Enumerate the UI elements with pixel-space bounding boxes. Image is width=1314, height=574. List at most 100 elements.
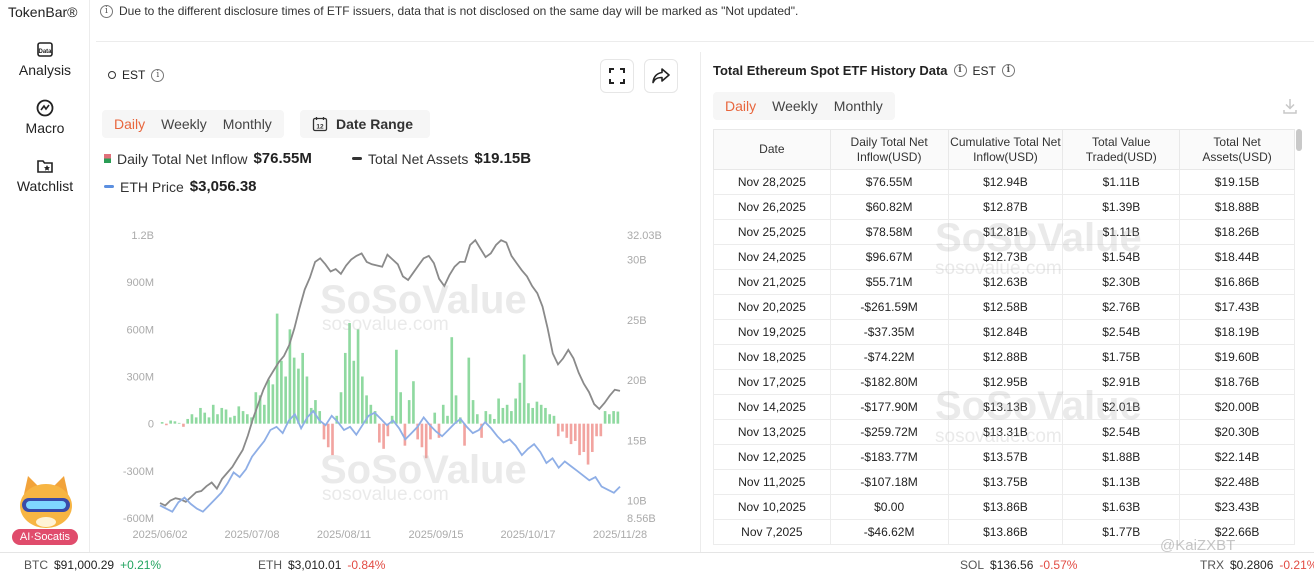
inflow-bar [169,420,172,424]
ai-socatis-label[interactable]: AI·Socatis [12,529,78,545]
table-row[interactable]: Nov 21,2025 $55.71M $12.63B $2.30B $16.86B [713,269,1295,295]
left-axis-tick-label: 900M [126,277,154,289]
brand-tokenbar[interactable]: TokenBar® [8,4,77,20]
inflow-bar [186,418,189,424]
ticker-price: $3,010.01 [288,558,342,572]
cell-date: Nov 24,2025 [713,244,831,270]
nav-item-watchlist[interactable]: Watchlist [0,156,90,194]
table-row[interactable]: Nov 25,2025 $78.58M $12.81B $1.11B $18.26B [713,219,1295,245]
date-range-label: Date Range [336,116,414,132]
date-range-button[interactable]: 12 Date Range [300,110,430,138]
table-row[interactable]: Nov 13,2025 -$259.72M $13.31B $2.54B $20.30B [713,419,1295,445]
inflow-bar [565,423,569,438]
table-row[interactable]: Nov 12,2025 -$183.77M $13.57B $1.88B $22.14B [713,444,1295,470]
table-row[interactable]: Nov 11,2025 -$107.18M $13.75B $1.13B $22.48B [713,469,1295,495]
cell-cumulative-inflow: $12.88B [947,344,1064,370]
table-tab-monthly[interactable]: Monthly [826,98,891,114]
inflow-bar [441,404,445,424]
legend-eth-price[interactable]: ETH Price $3,056.38 [104,178,257,195]
ticker-symbol: SOL [960,558,985,572]
column-header-cumulative-inflow[interactable]: Cumulative Total Net Inflow(USD) [947,129,1064,170]
legend-net-assets[interactable]: Total Net Assets $19.15B [352,150,531,167]
inflow-bar [339,392,343,424]
inflow-bar [561,423,564,432]
cell-date: Nov 19,2025 [713,319,831,345]
tab-monthly[interactable]: Monthly [215,116,280,132]
table-scrollbar[interactable] [1296,129,1302,151]
table-row[interactable]: Nov 20,2025 -$261.59M $12.58B $2.76B $17.43B [713,294,1295,320]
cell-date: Nov 25,2025 [713,219,831,245]
inflow-bar [165,423,168,426]
inflow-bar [514,398,517,424]
table-row[interactable]: Nov 14,2025 -$177.90M $13.13B $2.01B $20.00B [713,394,1295,420]
cell-daily-inflow: $76.55M [829,169,949,195]
eth-price-line [159,409,621,513]
info-icon[interactable]: i [1001,64,1015,77]
left-axis-tick-label: -300M [123,466,154,478]
cell-net-assets: $22.14B [1179,444,1295,470]
column-header-date[interactable]: Date [713,129,831,170]
legend-inflow[interactable]: Daily Total Net Inflow $76.55M [104,150,312,167]
inflow-bar [233,415,236,424]
cell-net-assets: $16.86B [1179,269,1295,295]
inflow-bar [573,423,577,441]
column-header-net-assets[interactable]: Total Net Assets(USD) [1179,129,1295,170]
ticker-item-eth[interactable]: ETH $3,010.01 -0.84% [258,558,385,572]
ticker-item-sol[interactable]: SOL $136.56 -0.57% [960,558,1077,572]
tab-weekly[interactable]: Weekly [153,116,215,132]
inflow-bar [275,313,279,424]
chart-period-tabs: Daily Weekly Monthly [102,110,284,138]
info-icon[interactable]: i [953,64,967,77]
x-axis-tick-label: 2025/08/11 [317,529,371,541]
cell-net-assets: $19.15B [1179,169,1295,195]
share-button[interactable] [644,59,678,93]
table-row[interactable]: Nov 28,2025 $76.55M $12.94B $1.11B $19.15B [713,169,1295,195]
table-row[interactable]: Nov 17,2025 -$182.80M $12.95B $2.91B $18.76B [713,369,1295,395]
chart-timezone[interactable]: EST i [108,68,165,82]
x-axis-tick-label: 2025/09/15 [408,529,463,541]
inflow-bar [309,407,313,424]
nav-item-macro[interactable]: Macro [0,98,90,136]
inflow-bar [505,404,509,424]
disclosure-notice: i Due to the different disclosure times … [100,4,798,18]
table-tab-daily[interactable]: Daily [717,98,764,114]
ticker-item-trx[interactable]: TRX $0.2806 -0.21% [1200,558,1314,572]
left-axis-tick-label: 1.2B [131,230,154,242]
inflow-bar [203,412,207,424]
fullscreen-icon [609,68,625,84]
table-row[interactable]: Nov 26,2025 $60.82M $12.87B $1.39B $18.88B [713,194,1295,220]
etf-flow-chart[interactable]: 1.2B 900M 600M 300M 0 -300M -600M 32.03B 30B 25B 2… [100,222,680,544]
inflow-bar [535,401,539,424]
column-header-value-traded[interactable]: Total Value Traded(USD) [1062,129,1181,170]
table-row[interactable]: Nov 10,2025 $0.00 $13.86B $1.63B $23.43B [713,494,1295,520]
cell-net-assets: $18.26B [1179,219,1295,245]
inflow-bar [284,376,287,424]
legend-inflow-label: Daily Total Net Inflow [117,150,248,167]
nav-item-analysis[interactable]: Data Analysis [0,40,90,78]
table-row[interactable]: Nov 19,2025 -$37.35M $12.84B $2.54B $18.19B [713,319,1295,345]
table-period-tabs: Daily Weekly Monthly [713,92,895,120]
cell-value-traded: $2.54B [1062,319,1181,345]
inflow-bar [590,423,594,452]
ticker-symbol: BTC [24,558,48,572]
download-icon[interactable] [1282,98,1298,114]
cell-daily-inflow: $60.82M [829,194,949,220]
nav-label-watchlist: Watchlist [16,178,74,194]
cell-net-assets: $18.19B [1179,319,1295,345]
table-title-text: Total Ethereum Spot ETF History Data [713,63,948,78]
ticker-symbol: TRX [1200,558,1224,572]
ticker-item-btc[interactable]: BTC $91,000.29 +0.21% [24,558,161,572]
tab-daily[interactable]: Daily [106,116,153,132]
table-row[interactable]: Nov 24,2025 $96.67M $12.73B $1.54B $18.44B [713,244,1295,270]
table-row[interactable]: Nov 18,2025 -$74.22M $12.88B $1.75B $19.60B [713,344,1295,370]
cell-value-traded: $1.39B [1062,194,1181,220]
legend-assets-value: $19.15B [474,150,532,167]
column-header-daily-inflow[interactable]: Daily Total Net Inflow(USD) [829,129,949,170]
table-tab-weekly[interactable]: Weekly [764,98,826,114]
inflow-bar [407,400,411,424]
inflow-bar [569,423,573,445]
cell-cumulative-inflow: $13.31B [947,419,1064,445]
inflow-bar [518,382,522,424]
cell-value-traded: $1.11B [1062,219,1181,245]
fullscreen-button[interactable] [600,59,634,93]
